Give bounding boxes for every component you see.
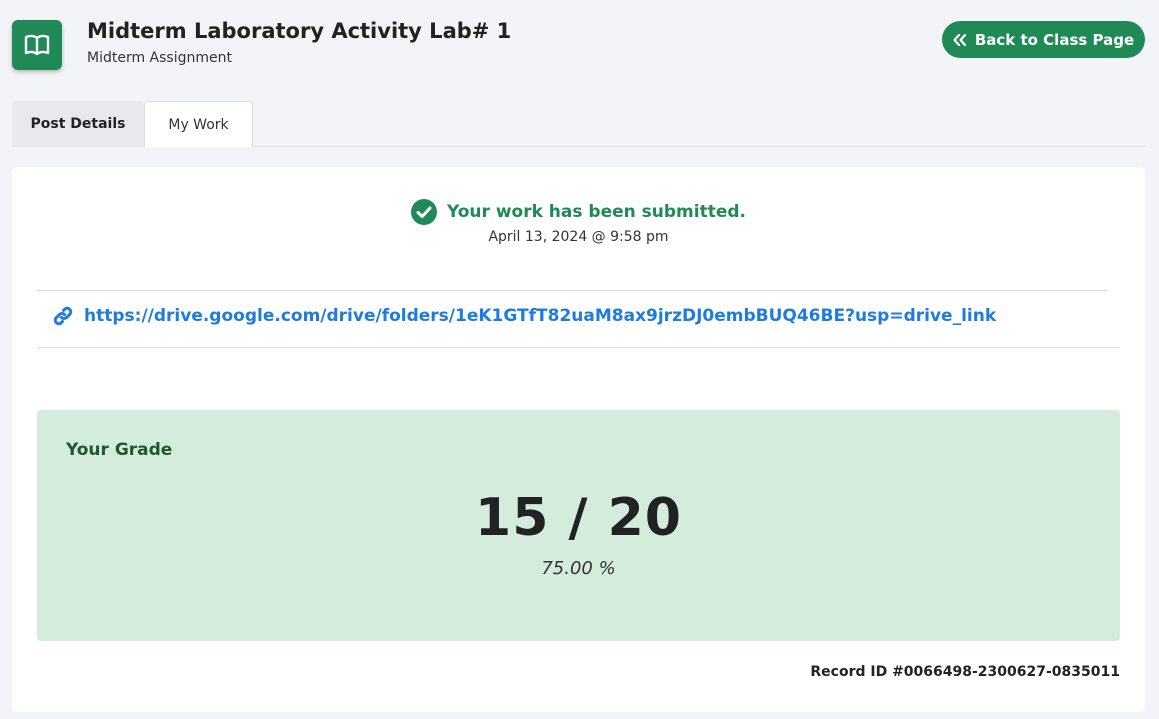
page-subtitle: Midterm Assignment [87, 50, 232, 66]
submission-drive-link[interactable]: https://drive.google.com/drive/folders/1… [84, 306, 996, 326]
grade-panel: Your Grade 15 / 20 75.00 % [37, 410, 1120, 641]
grade-label: Your Grade [66, 440, 173, 460]
grade-percent: 75.00 % [541, 558, 616, 579]
link-divider-bottom [37, 347, 1120, 348]
link-divider-top [37, 290, 1107, 291]
submission-link-row[interactable]: https://drive.google.com/drive/folders/1… [52, 305, 996, 327]
tab-my-work[interactable]: My Work [144, 101, 253, 147]
submission-status: Your work has been submitted. [12, 199, 1145, 225]
page-title: Midterm Laboratory Activity Lab# 1 [87, 19, 512, 43]
tab-post-details[interactable]: Post Details [12, 101, 144, 147]
tab-my-work-label: My Work [168, 116, 229, 133]
tab-post-details-label: Post Details [30, 116, 126, 132]
double-chevron-left-icon [953, 33, 966, 46]
assignment-icon-tile [12, 20, 62, 70]
submission-status-text: Your work has been submitted. [446, 202, 747, 222]
back-to-class-button[interactable]: Back to Class Page [942, 21, 1145, 58]
grade-score: 15 / 20 [475, 488, 682, 548]
open-book-icon [24, 34, 50, 56]
record-id: Record ID #0066498-2300627-0835011 [810, 664, 1120, 680]
back-button-label: Back to Class Page [974, 30, 1135, 49]
link-icon [53, 306, 73, 326]
my-work-card: Your work has been submitted. April 13, … [12, 167, 1145, 712]
check-circle-icon [410, 199, 437, 225]
submission-timestamp: April 13, 2024 @ 9:58 pm [488, 229, 669, 245]
